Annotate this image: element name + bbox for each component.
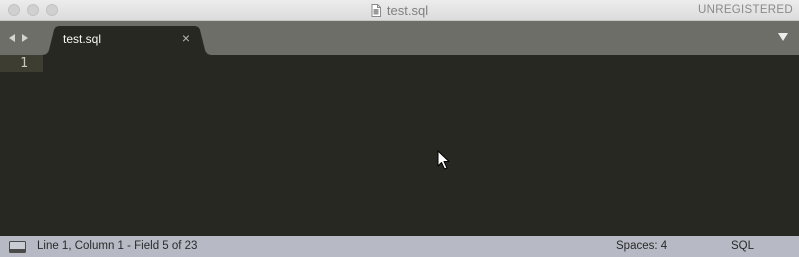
arrow-left-icon[interactable] <box>7 33 17 43</box>
line-number: 1 <box>20 56 28 71</box>
tab-test-sql[interactable]: test.sql × <box>42 26 212 55</box>
panel-toggle-icon[interactable] <box>9 241 26 253</box>
sublime-window: test.sql UNREGISTERED test.sql × 1 Line … <box>0 0 799 257</box>
gutter: 1 <box>0 55 43 236</box>
tab-bar: test.sql × <box>0 21 799 55</box>
close-window-button[interactable] <box>8 4 20 16</box>
zoom-window-button[interactable] <box>46 4 58 16</box>
window-title: test.sql <box>386 3 429 18</box>
minimize-window-button[interactable] <box>27 4 39 16</box>
indentation-setting[interactable]: Spaces: 4 <box>616 236 667 257</box>
close-tab-icon[interactable]: × <box>179 31 193 45</box>
status-bar: Line 1, Column 1 - Field 5 of 23 Spaces:… <box>0 236 799 257</box>
cursor-position-status: Line 1, Column 1 - Field 5 of 23 <box>37 240 198 252</box>
triangle-down-icon[interactable] <box>777 32 789 42</box>
unregistered-label: UNREGISTERED <box>698 4 793 16</box>
mouse-pointer-icon <box>437 150 450 170</box>
tab-label: test.sql <box>63 32 102 46</box>
editor-pane: 1 <box>0 55 799 236</box>
code-text-area[interactable] <box>43 55 799 236</box>
syntax-selector[interactable]: SQL <box>731 236 754 257</box>
title-bar: test.sql UNREGISTERED <box>0 0 799 21</box>
arrow-right-icon[interactable] <box>20 33 30 43</box>
document-icon <box>371 4 381 17</box>
